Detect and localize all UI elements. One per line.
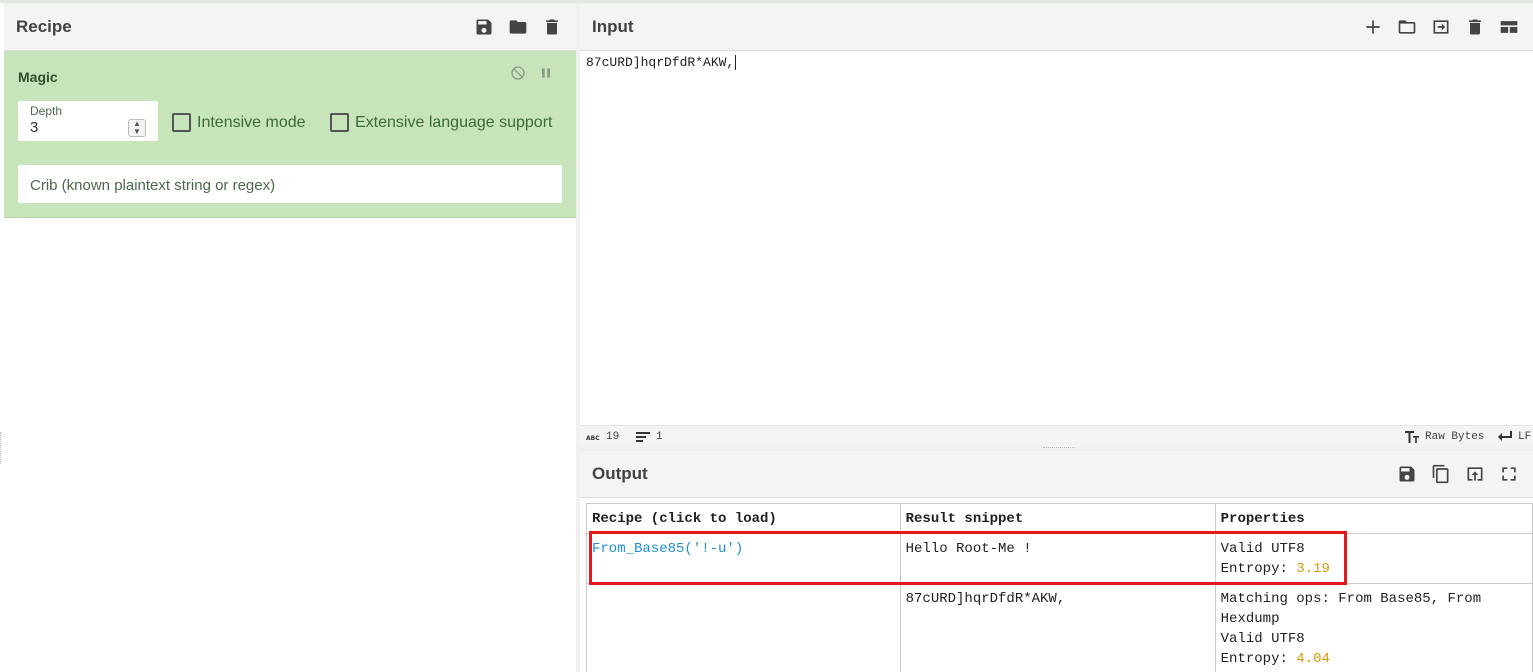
depth-spinner[interactable]: ▲ ▼ (128, 119, 146, 137)
plus-icon[interactable] (1361, 15, 1385, 39)
entropy-line: Entropy: 3.19 (1221, 559, 1527, 579)
input-status-bar: ABC 19 1 Raw Bytes LF (580, 425, 1533, 447)
input-header: Input (580, 3, 1533, 51)
operation-name: Magic (18, 69, 58, 85)
properties-cell: Matching ops: From Base85, From Hexdump … (1214, 583, 1533, 672)
checkbox-box[interactable] (330, 113, 349, 132)
trash-icon[interactable] (540, 15, 564, 39)
lines-icon (636, 432, 650, 442)
entropy-value: 4.04 (1296, 651, 1330, 667)
output-pane: Output Recipe (click to load) Result sni… (580, 451, 1533, 672)
eol-selector[interactable]: LF (1498, 431, 1531, 443)
column-header: Recipe (click to load) (586, 503, 901, 534)
save-icon[interactable] (472, 15, 496, 39)
depth-label: Depth (30, 104, 63, 118)
properties-cell: Valid UTF8 Entropy: 3.19 (1214, 533, 1533, 584)
replace-input-icon[interactable] (1463, 462, 1487, 486)
recipe-cell (586, 583, 901, 672)
trash-icon[interactable] (1463, 15, 1487, 39)
recipe-toolbar (472, 15, 564, 39)
input-content[interactable]: 87cURD]hqrDfdR*AKW, (586, 55, 734, 70)
extensive-language-label: Extensive language support (355, 113, 553, 131)
crib-input[interactable]: Crib (known plaintext string or regex) (18, 165, 562, 203)
depth-value[interactable]: 3 (30, 119, 38, 136)
intensive-mode-label: Intensive mode (197, 113, 306, 131)
abc-icon: ABC (586, 435, 600, 442)
encoding-selector[interactable]: Raw Bytes (1405, 431, 1484, 443)
left-resize-handle[interactable] (0, 432, 3, 464)
column-header: Result snippet (899, 503, 1216, 534)
save-icon[interactable] (1395, 462, 1419, 486)
column-header: Properties (1214, 503, 1533, 534)
output-header: Output (580, 451, 1533, 498)
input-toolbar (1361, 15, 1521, 39)
output-toolbar (1395, 462, 1521, 486)
eol-value[interactable]: LF (1518, 431, 1531, 443)
input-textarea[interactable]: 87cURD]hqrDfdR*AKW, (586, 55, 737, 71)
magic-operation: Magic Depth 3 ▲ ▼ Intensive mode Extensiv… (4, 51, 576, 218)
property-line: Hexdump (1220, 611, 1280, 627)
disable-icon[interactable] (510, 65, 528, 83)
return-icon (1498, 431, 1512, 441)
text-format-icon (1405, 431, 1419, 443)
folder-icon[interactable] (1395, 15, 1419, 39)
line-count: 1 (636, 431, 663, 443)
magic-results-table: Recipe (click to load) Result snippet Pr… (586, 503, 1533, 672)
entropy-label: Entropy: (1220, 651, 1297, 667)
splitter-grip[interactable] (1043, 447, 1075, 450)
snippet-cell: 87cURD]hqrDfdR*AKW, (899, 583, 1216, 672)
entropy-value: 3.19 (1296, 561, 1330, 577)
table-row: From_Base85('!-u') Hello Root-Me ! Valid… (586, 533, 1533, 584)
copy-icon[interactable] (1429, 462, 1453, 486)
line-count-value: 1 (656, 431, 663, 443)
recipe-pane: Recipe Magic Depth 3 ▲ ▼ Intensive mode … (4, 3, 576, 672)
table-header-row: Recipe (click to load) Result snippet Pr… (586, 503, 1533, 534)
folder-icon[interactable] (506, 15, 530, 39)
table-row: 87cURD]hqrDfdR*AKW, Matching ops: From B… (586, 583, 1533, 672)
recipe-cell: From_Base85('!-u') (586, 533, 901, 584)
input-title: Input (592, 16, 634, 36)
entropy-line: Entropy: 4.04 (1221, 649, 1527, 669)
intensive-mode-checkbox[interactable]: Intensive mode (172, 113, 306, 132)
svg-text:ABC: ABC (586, 435, 600, 442)
text-caret (735, 55, 737, 71)
recipe-link[interactable]: From_Base85('!-u') (592, 541, 743, 557)
import-icon[interactable] (1429, 15, 1453, 39)
recipe-header: Recipe (4, 3, 576, 51)
output-title: Output (592, 464, 648, 483)
fullscreen-icon[interactable] (1497, 462, 1521, 486)
layout-icon[interactable] (1497, 15, 1521, 39)
property-line: Valid UTF8 (1220, 631, 1305, 647)
entropy-label: Entropy: (1220, 561, 1297, 577)
snippet-cell: Hello Root-Me ! (899, 533, 1216, 584)
char-count-value: 19 (606, 431, 620, 443)
depth-field[interactable]: Depth 3 ▲ ▼ (18, 101, 158, 141)
checkbox-box[interactable] (172, 113, 191, 132)
property-line: Valid UTF8 (1220, 541, 1305, 557)
recipe-title: Recipe (16, 16, 72, 36)
pause-icon[interactable] (538, 65, 556, 83)
extensive-language-checkbox[interactable]: Extensive language support (330, 113, 552, 132)
property-line: Matching ops: From Base85, From (1220, 591, 1482, 607)
input-pane: Input 87cURD]hqrDfdR*AKW, ABC 19 1 Raw B… (580, 3, 1533, 447)
encoding-value[interactable]: Raw Bytes (1425, 431, 1484, 443)
char-count: ABC 19 (586, 431, 619, 443)
